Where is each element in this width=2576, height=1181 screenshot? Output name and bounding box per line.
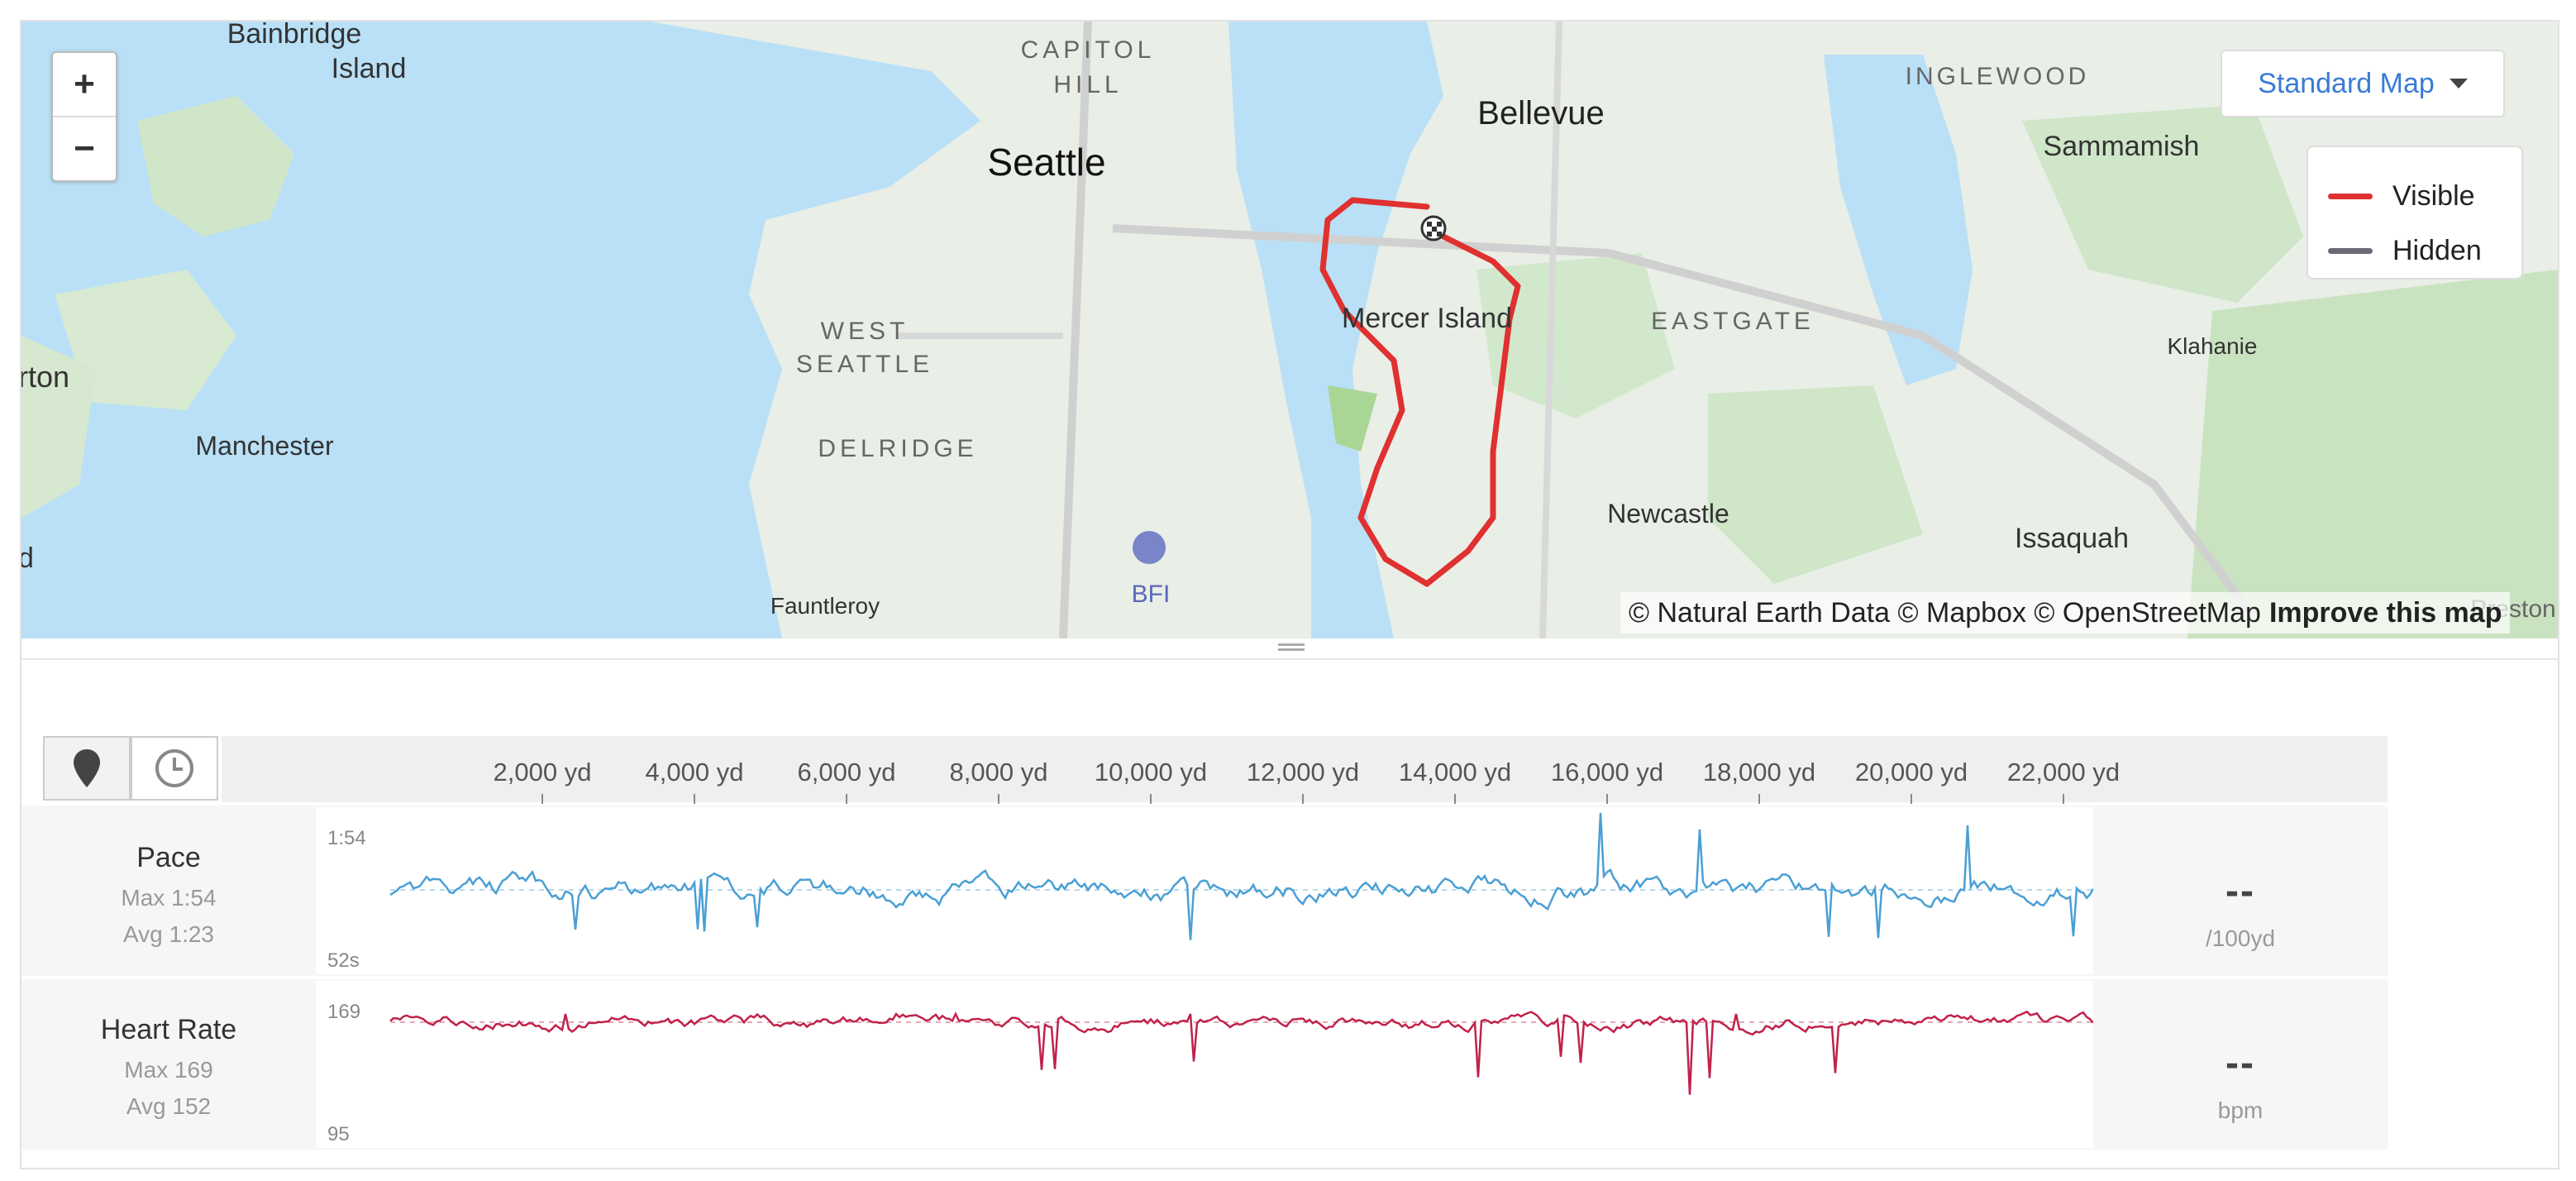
axis-tick-label: 18,000 yd bbox=[1702, 758, 1816, 787]
pace-label-block: Pace Max 1:54 Avg 1:23 bbox=[21, 842, 316, 949]
axis-tick-mark bbox=[541, 794, 543, 804]
axis-tick-mark bbox=[2063, 794, 2064, 804]
clock-icon bbox=[155, 749, 193, 787]
resize-handle[interactable] bbox=[1278, 643, 1305, 653]
place-bainbridge: Bainbridge bbox=[227, 22, 362, 50]
map-attribution: © Natural Earth Data © Mapbox © OpenStre… bbox=[1620, 592, 2511, 634]
heart-rate-current-value: -- bbox=[2225, 1041, 2255, 1085]
axis-tick-label: 8,000 yd bbox=[949, 758, 1048, 787]
route-legend: Visible Hidden bbox=[2306, 146, 2523, 280]
place-delridge: DELRIDGE bbox=[818, 435, 977, 462]
attribution-text: © Natural Earth Data © Mapbox © OpenStre… bbox=[1629, 596, 2261, 629]
axis-tick-mark bbox=[1606, 794, 1608, 804]
place-manchester: Manchester bbox=[195, 431, 334, 461]
place-west-seattle: WEST bbox=[821, 318, 909, 345]
route-map[interactable]: Bainbridge Island CAPITOL HILL Seattle B… bbox=[21, 22, 2558, 638]
distance-axis: 2,000 yd 4,000 yd 6,000 yd 8,000 yd 10,000 y… bbox=[222, 736, 2388, 804]
axis-tick-mark bbox=[998, 794, 999, 804]
heart-rate-y-bottom: 95 bbox=[327, 1123, 350, 1145]
improve-map-link[interactable]: Improve this map bbox=[2269, 597, 2502, 629]
tab-time[interactable] bbox=[131, 736, 218, 801]
legend-hidden-swatch bbox=[2328, 247, 2373, 254]
place-bainbridge-2: Island bbox=[332, 53, 407, 84]
heart-rate-y-top: 169 bbox=[327, 1001, 361, 1023]
pace-max: Max 1:54 bbox=[121, 885, 217, 911]
place-eastgate: EASTGATE bbox=[1651, 308, 1815, 335]
chart-xaxis-tabs bbox=[43, 736, 220, 802]
place-fauntleroy: Fauntleroy bbox=[770, 593, 880, 619]
axis-tick-label: 20,000 yd bbox=[1854, 758, 1968, 787]
stream-line bbox=[389, 1010, 2094, 1095]
place-inglewood: INGLEWOOD bbox=[1906, 63, 2090, 90]
place-seattle: Seattle bbox=[987, 141, 1105, 184]
place-capitol-hill-2: HILL bbox=[1053, 71, 1122, 98]
heart-rate-unit: bpm bbox=[2217, 1097, 2264, 1123]
place-d: d bbox=[21, 543, 34, 574]
axis-tick-mark bbox=[1911, 794, 1912, 804]
map-style-label: Standard Map bbox=[2258, 67, 2435, 99]
heart-rate-avg: Avg 152 bbox=[126, 1093, 212, 1119]
legend-hidden-label: Hidden bbox=[2392, 234, 2482, 266]
stream-line bbox=[389, 812, 2095, 940]
pace-plot[interactable] bbox=[316, 807, 2095, 974]
pace-unit: /100yd bbox=[2205, 925, 2276, 951]
axis-tick-label: 14,000 yd bbox=[1398, 758, 1512, 787]
pace-value-block: -- /100yd bbox=[2093, 868, 2388, 952]
heart-rate-max: Max 169 bbox=[124, 1057, 213, 1083]
zoom-control: + − bbox=[51, 51, 117, 182]
axis-tick-label: 16,000 yd bbox=[1550, 758, 1664, 787]
place-capitol-hill: CAPITOL bbox=[1021, 36, 1156, 64]
axis-tick-label: 2,000 yd bbox=[493, 758, 592, 787]
heart-rate-value-block: -- bpm bbox=[2093, 1040, 2388, 1124]
map-divider bbox=[21, 658, 2558, 660]
heart-rate-plot[interactable] bbox=[316, 981, 2094, 1148]
place-newcastle: Newcastle bbox=[1607, 499, 1729, 528]
axis-tick-mark bbox=[1454, 794, 1456, 804]
axis-tick-label: 6,000 yd bbox=[797, 758, 896, 787]
pace-y-top: 1:54 bbox=[327, 827, 366, 849]
axis-tick-label: 10,000 yd bbox=[1094, 758, 1208, 787]
caret-down-icon bbox=[2449, 79, 2468, 88]
axis-tick-mark bbox=[1758, 794, 1760, 804]
axis-tick-label: 12,000 yd bbox=[1246, 758, 1360, 787]
pace-current-value: -- bbox=[2225, 869, 2255, 913]
place-west-seattle-2: SEATTLE bbox=[796, 351, 933, 378]
legend-visible-label: Visible bbox=[2392, 179, 2475, 212]
pace-y-bottom: 52s bbox=[327, 949, 360, 972]
legend-visible[interactable]: Visible bbox=[2328, 169, 2521, 223]
place-rton: rton bbox=[21, 360, 69, 394]
axis-tick-label: 22,000 yd bbox=[2006, 758, 2120, 787]
place-bfi: BFI bbox=[1132, 581, 1171, 608]
zoom-out-button[interactable]: − bbox=[53, 117, 116, 180]
heart-rate-name: Heart Rate bbox=[100, 1014, 237, 1045]
place-sammamish: Sammamish bbox=[2044, 131, 2200, 162]
heart-rate-label-block: Heart Rate Max 169 Avg 152 bbox=[21, 1014, 316, 1121]
place-issaquah: Issaquah bbox=[2015, 523, 2129, 554]
legend-hidden[interactable]: Hidden bbox=[2328, 223, 2521, 278]
axis-tick-mark bbox=[1150, 794, 1152, 804]
axis-tick-mark bbox=[846, 794, 847, 804]
axis-tick-mark bbox=[694, 794, 695, 804]
axis-tick-mark bbox=[1302, 794, 1304, 804]
map-style-dropdown[interactable]: Standard Map bbox=[2221, 50, 2505, 117]
legend-visible-swatch bbox=[2328, 193, 2373, 199]
place-bellevue: Bellevue bbox=[1477, 95, 1604, 131]
place-klahanie: Klahanie bbox=[2168, 333, 2258, 359]
pace-name: Pace bbox=[136, 842, 201, 873]
place-mercer: Mercer Island bbox=[1342, 303, 1512, 334]
map-pin-icon bbox=[74, 749, 100, 787]
pace-avg: Avg 1:23 bbox=[122, 921, 215, 947]
tab-distance[interactable] bbox=[43, 736, 131, 801]
axis-tick-label: 4,000 yd bbox=[645, 758, 744, 787]
zoom-in-button[interactable]: + bbox=[53, 53, 116, 117]
